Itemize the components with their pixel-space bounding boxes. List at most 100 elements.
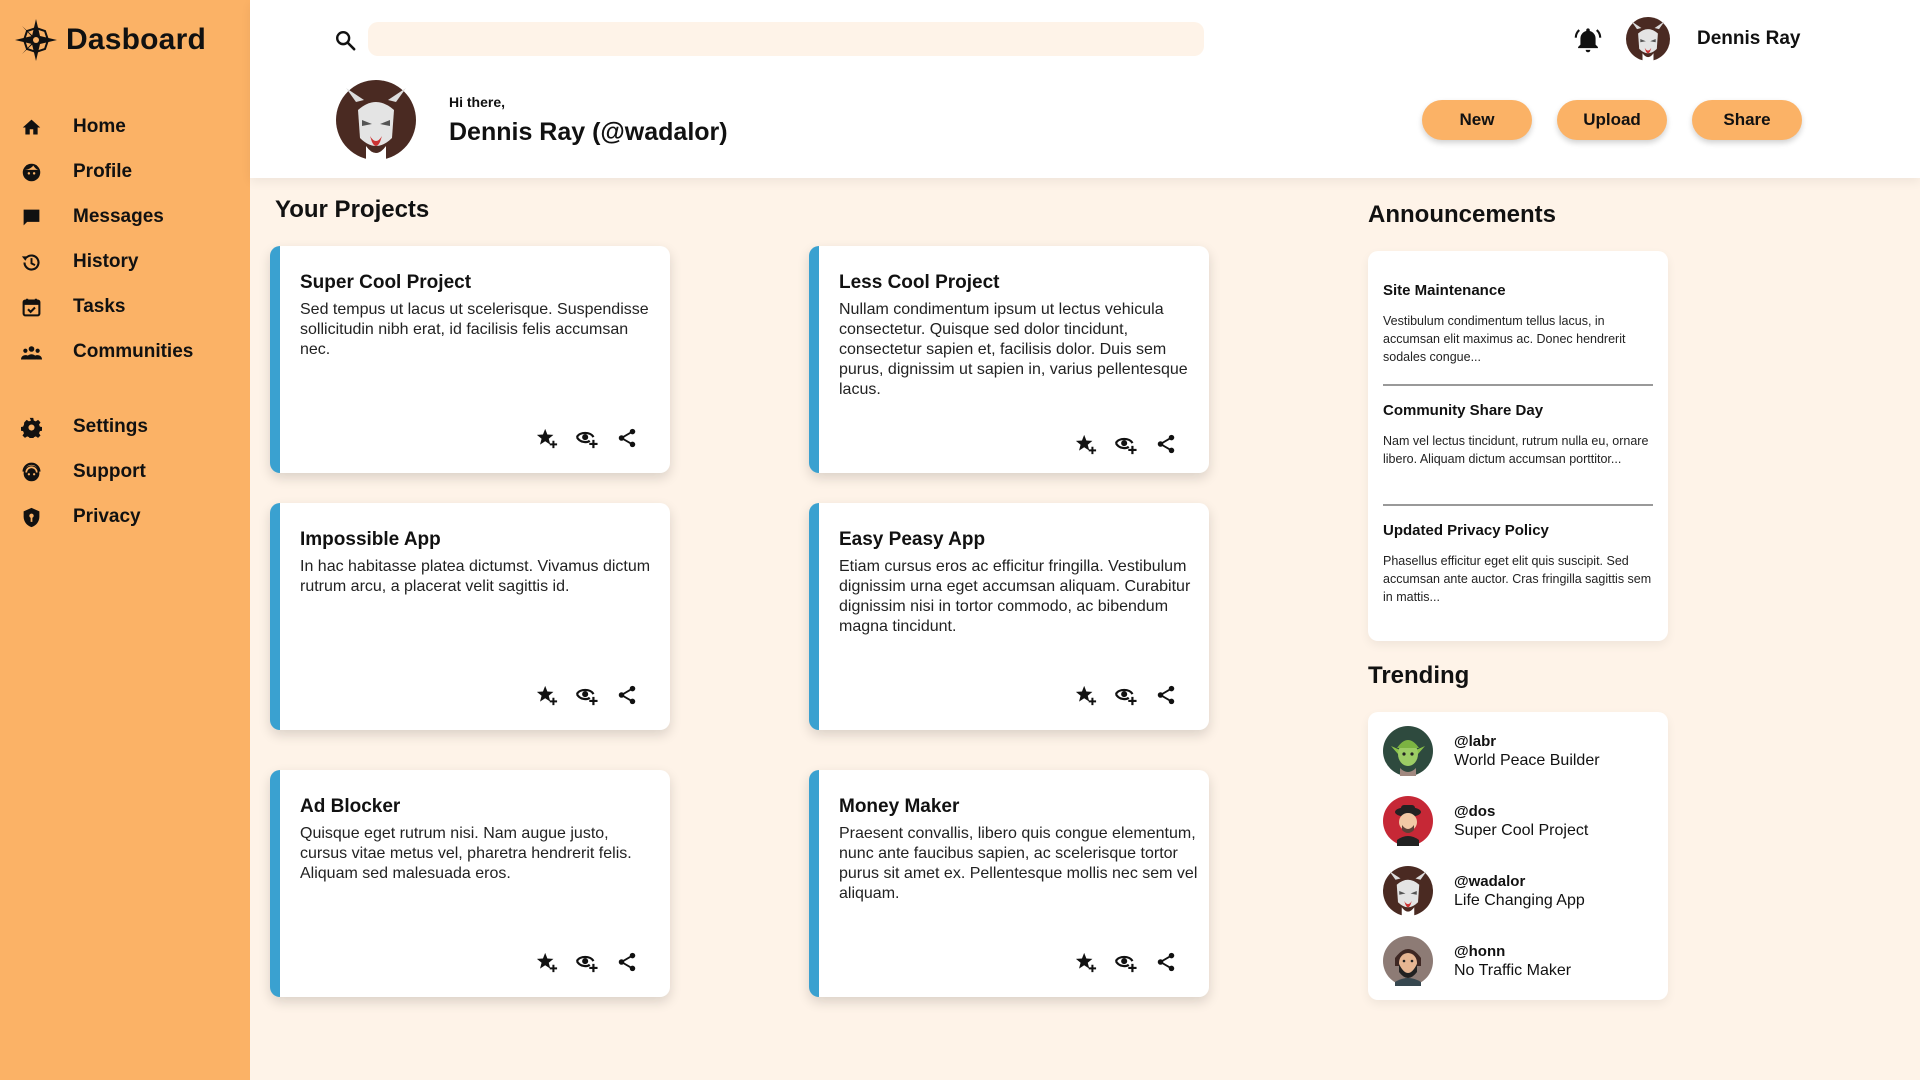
card-actions [536, 684, 638, 706]
avatar[interactable] [1626, 17, 1670, 61]
watch-add-icon[interactable] [576, 684, 598, 706]
avatar [1383, 866, 1433, 916]
trending-item[interactable]: @dos Super Cool Project [1383, 796, 1653, 846]
star-add-icon[interactable] [1075, 951, 1097, 973]
announcement-item[interactable]: Community Share Day Nam vel lectus tinci… [1383, 402, 1653, 468]
support-icon [20, 461, 42, 483]
trending-handle: @wadalor [1454, 872, 1526, 890]
trending-project: World Peace Builder [1454, 751, 1600, 769]
sidebar-item-messages[interactable]: Messages [20, 202, 164, 232]
sidebar-item-settings[interactable]: Settings [20, 412, 148, 442]
divider [1383, 384, 1653, 386]
star-add-icon[interactable] [536, 427, 558, 449]
sidebar-item-label: Settings [73, 416, 148, 437]
search-icon[interactable] [334, 29, 356, 51]
share-icon[interactable] [1155, 684, 1177, 706]
announcements-panel: Site Maintenance Vestibulum condimentum … [1368, 251, 1668, 641]
project-card[interactable]: Ad Blocker Quisque eget rutrum nisi. Nam… [270, 770, 670, 997]
watch-add-icon[interactable] [1115, 951, 1137, 973]
avatar [1383, 796, 1433, 846]
share-button[interactable]: Share [1692, 100, 1802, 140]
shield-icon [20, 506, 42, 528]
sidebar-item-privacy[interactable]: Privacy [20, 502, 141, 532]
announcement-title: Community Share Day [1383, 402, 1544, 419]
announcement-item[interactable]: Site Maintenance Vestibulum condimentum … [1383, 282, 1653, 366]
history-icon [20, 251, 42, 273]
project-title: Easy Peasy App [839, 529, 986, 550]
watch-add-icon[interactable] [576, 951, 598, 973]
trending-item[interactable]: @wadalor Life Changing App [1383, 866, 1653, 916]
project-title: Ad Blocker [300, 796, 401, 817]
sidebar-item-support[interactable]: Support [20, 457, 146, 487]
gear-icon [20, 416, 42, 438]
trending-handle: @honn [1454, 942, 1506, 960]
share-icon[interactable] [616, 684, 638, 706]
star-add-icon[interactable] [1075, 684, 1097, 706]
project-title: Super Cool Project [300, 272, 472, 293]
project-title: Money Maker [839, 796, 960, 817]
announcement-title: Updated Privacy Policy [1383, 522, 1549, 539]
project-card[interactable]: Money Maker Praesent convallis, libero q… [809, 770, 1209, 997]
sidebar-item-label: Privacy [73, 506, 141, 527]
header: Dennis Ray Hi there, Dennis Ray (@wadalo… [250, 0, 1920, 178]
project-description: Sed tempus ut lacus ut scelerisque. Susp… [300, 301, 649, 358]
project-description: Nullam condimentum ipsum ut lectus vehic… [839, 301, 1188, 398]
sidebar-item-label: Messages [73, 206, 164, 227]
card-actions [536, 951, 638, 973]
people-icon [20, 341, 42, 363]
compass-star-logo-icon [15, 19, 57, 61]
card-actions [1075, 684, 1177, 706]
watch-add-icon[interactable] [1115, 433, 1137, 455]
sidebar-item-home[interactable]: Home [20, 112, 126, 142]
sidebar-item-label: Home [73, 116, 126, 137]
share-icon[interactable] [616, 951, 638, 973]
trending-panel: @labr World Peace Builder @dos Super Coo… [1368, 712, 1668, 1000]
announcement-item[interactable]: Updated Privacy Policy Phasellus efficit… [1383, 522, 1653, 606]
brand[interactable]: Dasboard [14, 18, 206, 62]
bell-icon[interactable] [1574, 26, 1602, 54]
trending-item[interactable]: @labr World Peace Builder [1383, 726, 1653, 776]
sidebar-item-label: Tasks [73, 296, 126, 317]
projects-heading: Your Projects [275, 196, 430, 223]
star-add-icon[interactable] [536, 951, 558, 973]
project-description: Quisque eget rutrum nisi. Nam augue just… [300, 825, 632, 882]
trending-project: Life Changing App [1454, 891, 1585, 909]
message-icon [20, 206, 42, 228]
sidebar-item-label: Profile [73, 161, 133, 182]
share-icon[interactable] [616, 427, 638, 449]
sidebar-item-communities[interactable]: Communities [20, 337, 193, 367]
project-card[interactable]: Less Cool Project Nullam condimentum ips… [809, 246, 1209, 473]
watch-add-icon[interactable] [576, 427, 598, 449]
sidebar-item-tasks[interactable]: Tasks [20, 292, 125, 322]
trending-heading: Trending [1368, 662, 1470, 689]
star-add-icon[interactable] [1075, 433, 1097, 455]
upload-button[interactable]: Upload [1557, 100, 1667, 140]
share-icon[interactable] [1155, 433, 1177, 455]
face-icon [20, 161, 42, 183]
project-card[interactable]: Easy Peasy App Etiam cursus eros ac effi… [809, 503, 1209, 730]
project-card[interactable]: Super Cool Project Sed tempus ut lacus u… [270, 246, 670, 473]
trending-item[interactable]: @honn No Traffic Maker [1383, 936, 1653, 986]
sidebar-item-label: Support [73, 461, 146, 482]
announcement-body: Vestibulum condimentum tellus lacus, in … [1383, 314, 1626, 364]
announcement-title: Site Maintenance [1383, 282, 1506, 299]
trending-handle: @labr [1454, 732, 1497, 750]
sidebar-item-profile[interactable]: Profile [20, 157, 132, 187]
project-card[interactable]: Impossible App In hac habitasse platea d… [270, 503, 670, 730]
project-description: Praesent convallis, libero quis congue e… [839, 825, 1198, 902]
share-icon[interactable] [1155, 951, 1177, 973]
trending-project: No Traffic Maker [1454, 961, 1572, 979]
display-name: Dennis Ray (@wadalor) [449, 118, 728, 146]
star-add-icon[interactable] [536, 684, 558, 706]
calendar-check-icon [20, 296, 42, 318]
divider [1383, 504, 1653, 506]
search-input[interactable] [368, 22, 1204, 56]
sidebar-item-label: History [73, 251, 139, 272]
card-actions [1075, 951, 1177, 973]
new-button[interactable]: New [1422, 100, 1532, 140]
sidebar-item-history[interactable]: History [20, 247, 138, 277]
announcements-heading: Announcements [1368, 201, 1557, 228]
user-name[interactable]: Dennis Ray [1697, 28, 1800, 50]
trending-project: Super Cool Project [1454, 821, 1589, 839]
watch-add-icon[interactable] [1115, 684, 1137, 706]
